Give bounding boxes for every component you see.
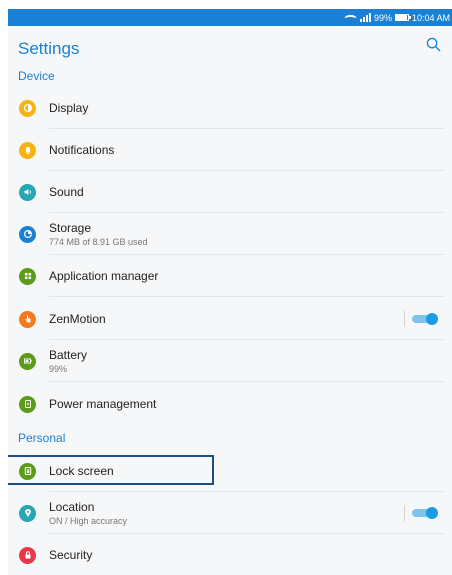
zenmotion-toggle[interactable] [404, 311, 438, 327]
settings-item-label: Location [49, 500, 95, 514]
signal-icon [359, 13, 371, 22]
battery-icon [19, 352, 36, 370]
speaker-icon [19, 183, 36, 201]
settings-item-summary: 774 MB of 8.91 GB used [49, 237, 148, 247]
settings-item-battery[interactable]: Battery 99% [8, 340, 452, 382]
apps-icon [19, 267, 36, 285]
settings-item-label: Sound [49, 185, 84, 199]
settings-item-label: Security [49, 548, 93, 562]
settings-item-label: Application manager [49, 269, 159, 283]
settings-item-sound[interactable]: Sound [8, 171, 452, 213]
settings-item-notifications[interactable]: Notifications [8, 129, 452, 171]
settings-item-summary: 99% [49, 364, 68, 374]
bell-icon [19, 141, 36, 159]
status-bar: 99% 10:04 AM [8, 9, 452, 26]
settings-item-power-management[interactable]: Power management [8, 383, 452, 425]
location-toggle[interactable] [404, 505, 438, 521]
search-icon[interactable] [426, 37, 441, 52]
settings-item-label: Display [49, 101, 89, 115]
lock-screen-highlight-box [8, 455, 214, 485]
battery-status-icon [394, 14, 411, 21]
settings-screen: 99% 10:04 AM Settings Device Display Not… [8, 9, 452, 575]
display-icon [19, 99, 36, 117]
settings-item-label: Power management [49, 397, 157, 411]
wifi-icon [344, 11, 357, 24]
toggle-separator [404, 505, 405, 521]
settings-item-zenmotion[interactable]: ZenMotion [8, 298, 452, 340]
divider [49, 381, 444, 382]
settings-item-summary: ON / High accuracy [49, 516, 128, 526]
storage-icon [19, 225, 36, 243]
divider [49, 296, 444, 297]
settings-item-label: ZenMotion [49, 312, 106, 326]
lock-icon [19, 546, 36, 564]
section-header-device: Device [18, 69, 55, 83]
app-bar: Settings [8, 26, 452, 68]
settings-item-label: Battery [49, 348, 88, 362]
toggle-separator [404, 311, 405, 327]
settings-item-label: Notifications [49, 143, 115, 157]
clock: 10:04 AM [411, 12, 450, 23]
battery-percent: 99% [373, 12, 392, 23]
page-title: Settings [18, 39, 80, 58]
toggle-knob [426, 313, 438, 325]
location-icon [19, 504, 36, 522]
settings-item-display[interactable]: Display [8, 87, 452, 129]
settings-item-location[interactable]: Location ON / High accuracy [8, 492, 452, 534]
settings-item-application-manager[interactable]: Application manager [8, 255, 452, 297]
toggle-knob [426, 507, 438, 519]
section-header-personal: Personal [18, 431, 66, 445]
power-icon [19, 395, 36, 413]
settings-item-storage[interactable]: Storage 774 MB of 8.91 GB used [8, 213, 452, 255]
hand-icon [19, 310, 36, 328]
settings-item-security[interactable]: Security [8, 534, 452, 575]
settings-item-label: Storage [49, 221, 92, 235]
